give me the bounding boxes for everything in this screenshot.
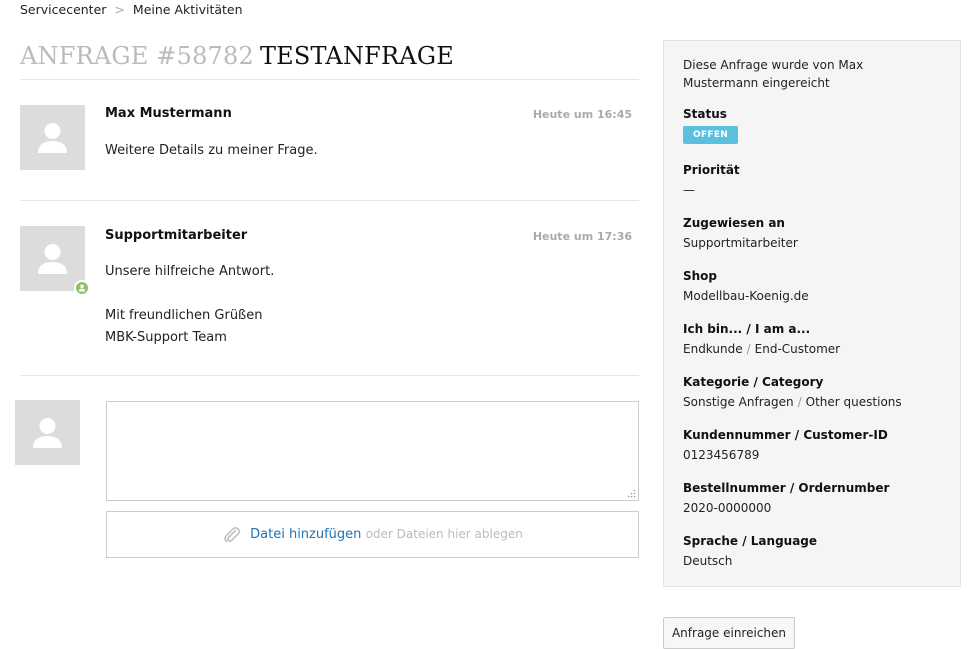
message-body: Unsere hilfreiche Antwort. Mit freundlic… — [105, 261, 274, 349]
order-number-label: Bestellnummer / Ordernumber — [683, 481, 890, 495]
customer-id-value: 0123456789 — [683, 448, 760, 462]
category-value: Sonstige Anfragen / Other questions — [683, 395, 902, 409]
status-label: Status — [683, 107, 727, 121]
customer-id-label: Kundennummer / Customer-ID — [683, 428, 888, 442]
message-author: Supportmitarbeiter — [105, 228, 248, 243]
status-badge: OFFEN — [683, 126, 739, 144]
language-value: Deutsch — [683, 554, 733, 568]
breadcrumb-my-activities[interactable]: Meine Aktivitäten — [133, 2, 243, 17]
drop-hint: oder Dateien hier ablegen — [365, 527, 523, 541]
slash-separator: / — [797, 395, 802, 409]
resize-grip-icon[interactable] — [627, 489, 636, 498]
customer-type-de: Endkunde — [683, 342, 743, 356]
customer-type-label: Ich bin... / I am a... — [683, 322, 811, 336]
message-body: Weitere Details zu meiner Frage. — [105, 140, 318, 162]
assignee-value: Supportmitarbeiter — [683, 236, 798, 250]
submitted-by-text: Diese Anfrage wurde von Max Mustermann e… — [683, 58, 864, 90]
message-line: Weitere Details zu meiner Frage. — [105, 143, 318, 158]
message-timestamp: Heute um 17:36 — [532, 230, 632, 243]
order-number-value: 2020-0000000 — [683, 501, 772, 515]
category-en: Other questions — [805, 395, 902, 409]
assignee-label: Zugewiesen an — [683, 216, 785, 230]
priority-label: Priorität — [683, 163, 740, 177]
page-title: ANFRAGE #58782 TESTANFRAGE — [20, 42, 454, 70]
user-icon — [33, 418, 62, 448]
message-author: Max Mustermann — [105, 106, 232, 121]
message-line: Mit freundlichen Grüßen — [105, 308, 263, 323]
customer-type-value: Endkunde / End-Customer — [683, 342, 840, 356]
avatar — [20, 226, 85, 291]
user-icon — [38, 244, 67, 274]
avatar — [15, 400, 80, 465]
message-timestamp: Heute um 16:45 — [532, 108, 632, 121]
shop-label: Shop — [683, 269, 718, 283]
request-details-panel: Diese Anfrage wurde von Max Mustermann e… — [663, 40, 961, 587]
avatar — [20, 105, 85, 170]
priority-value: — — [683, 183, 695, 197]
divider — [20, 200, 639, 201]
request-name: TESTANFRAGE — [259, 42, 454, 70]
user-icon — [38, 123, 67, 153]
submit-request-button[interactable]: Anfrage einreichen — [663, 617, 795, 649]
reply-textarea[interactable] — [106, 401, 639, 501]
divider — [20, 79, 639, 80]
add-file-link[interactable]: Datei hinzufügen — [250, 527, 361, 542]
attachment-dropzone[interactable]: Datei hinzufügen oder Dateien hier ableg… — [106, 511, 639, 558]
category-de: Sonstige Anfragen — [683, 395, 794, 409]
shop-value: Modellbau-Koenig.de — [683, 289, 809, 303]
agent-badge-icon — [74, 280, 90, 296]
message-line: Unsere hilfreiche Antwort. — [105, 264, 275, 279]
category-label: Kategorie / Category — [683, 375, 824, 389]
language-label: Sprache / Language — [683, 534, 818, 548]
divider — [20, 375, 639, 376]
paperclip-icon — [224, 526, 241, 542]
message-line — [105, 283, 274, 305]
customer-type-en: End-Customer — [754, 342, 841, 356]
slash-separator: / — [746, 342, 751, 356]
breadcrumb-separator: > — [114, 2, 125, 17]
message-line: MBK-Support Team — [105, 330, 227, 345]
breadcrumb-servicecenter[interactable]: Servicecenter — [20, 2, 106, 17]
breadcrumb: Servicecenter > Meine Aktivitäten — [20, 2, 243, 17]
request-number: ANFRAGE #58782 — [20, 42, 254, 70]
